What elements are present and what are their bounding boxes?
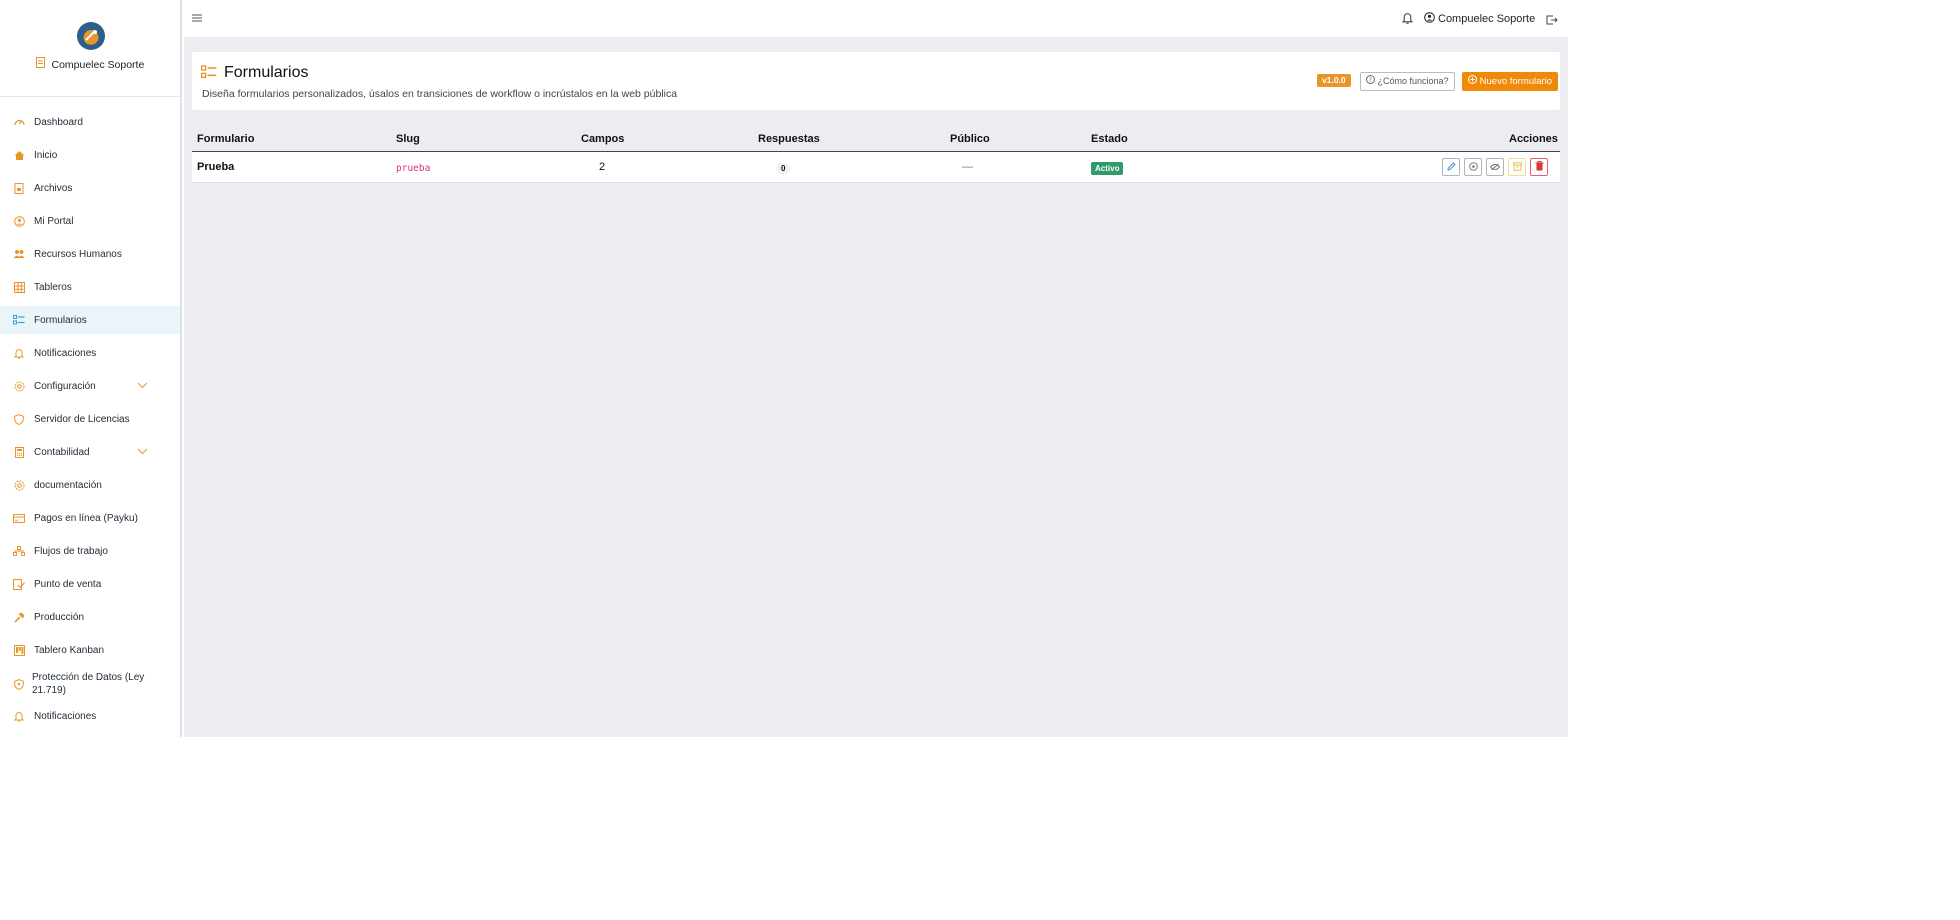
shield-icon	[13, 413, 25, 425]
sidebar-brand: Compuelec Soporte	[0, 0, 180, 97]
flow-icon	[13, 545, 25, 557]
company-logo[interactable]	[77, 22, 105, 50]
sidebar-item-documentacion[interactable]: documentación	[0, 471, 180, 499]
cell-slug: prueba	[396, 163, 431, 174]
new-form-button[interactable]: Nuevo formulario	[1462, 72, 1558, 91]
edit-button[interactable]	[1442, 158, 1460, 176]
sidebar-item-tableros[interactable]: Tableros	[0, 273, 180, 301]
sidebar-item-punto-de-venta[interactable]: Punto de venta	[0, 570, 180, 598]
sidebar-item-recursos-humanos[interactable]: Recursos Humanos	[0, 240, 180, 268]
sidebar-item-servidor-licencias[interactable]: Servidor de Licencias	[0, 405, 180, 433]
kanban-icon	[13, 644, 25, 656]
chevron-down-icon[interactable]	[137, 381, 148, 392]
version-badge: v1.0.0	[1317, 74, 1351, 87]
sidebar-item-notificaciones[interactable]: Notificaciones	[0, 339, 180, 367]
user-circle-icon	[13, 215, 25, 227]
cell-campos: 2	[599, 161, 606, 173]
status-badge: Activo	[1091, 162, 1124, 175]
page-title: Formularios	[224, 64, 309, 81]
question-circle-icon: ?	[1366, 75, 1375, 86]
plus-circle-icon	[1468, 75, 1477, 87]
page-subtitle: Diseña formularios personalizados, úsalo…	[202, 88, 678, 100]
sidebar-item-contabilidad[interactable]: Contabilidad	[0, 438, 180, 466]
sidebar-item-mi-portal[interactable]: Mi Portal	[0, 207, 180, 235]
settings-icon	[13, 380, 25, 392]
home-icon	[13, 149, 25, 161]
page-header-card: Formularios Diseña formularios personali…	[192, 52, 1560, 110]
how-it-works-button[interactable]: ? ¿Cómo funciona?	[1360, 72, 1455, 91]
shield-icon	[13, 678, 25, 690]
sidebar-item-pagos-en-linea[interactable]: Pagos en línea (Payku)	[0, 504, 180, 532]
cell-respuestas: 0	[776, 163, 791, 174]
column-header-slug[interactable]: Slug	[396, 133, 420, 145]
sidebar-item-flujos-de-trabajo[interactable]: Flujos de trabajo	[0, 537, 180, 565]
menu-toggle-icon[interactable]	[192, 11, 202, 25]
app-window: Compuelec Soporte Dashboard Inicio Archi…	[0, 0, 1568, 737]
column-header-publico[interactable]: Público	[950, 133, 990, 145]
sidebar-item-proteccion-de-datos[interactable]: Protección de Datos (Ley 21.719)	[0, 666, 180, 702]
archive-button[interactable]	[1508, 158, 1526, 176]
user-name: Compuelec Soporte	[1438, 13, 1536, 25]
cell-formulario: Prueba	[197, 161, 235, 173]
sidebar-item-dashboard[interactable]: Dashboard	[0, 108, 180, 136]
pos-icon	[13, 578, 25, 590]
chevron-down-icon[interactable]	[137, 447, 148, 458]
sidebar-item-configuracion[interactable]: Configuración	[0, 372, 180, 400]
trash-icon	[1535, 158, 1544, 176]
forms-table: Formulario Slug Campos Respuestas Públic…	[192, 128, 1560, 183]
sidebar-item-inicio[interactable]: Inicio	[0, 141, 180, 169]
pencil-icon	[1446, 158, 1456, 176]
hammer-icon	[13, 611, 25, 623]
sidebar-item-produccion[interactable]: Producción	[0, 603, 180, 631]
archive-icon	[1512, 158, 1522, 176]
bell-icon	[13, 347, 25, 359]
brand-title: Compuelec Soporte	[0, 57, 180, 71]
row-actions	[1442, 158, 1548, 176]
file-icon	[13, 182, 25, 194]
view-button[interactable]	[1464, 158, 1482, 176]
user-menu[interactable]: Compuelec Soporte	[1424, 12, 1535, 26]
grid-icon	[13, 281, 25, 293]
notification-bell-icon[interactable]	[1401, 11, 1414, 29]
table-row[interactable]: Prueba prueba 2 0 — Activo	[192, 152, 1560, 183]
sidebar-item-formularios[interactable]: Formularios	[0, 306, 180, 334]
column-header-respuestas[interactable]: Respuestas	[758, 133, 820, 145]
column-header-formulario[interactable]: Formulario	[197, 133, 254, 145]
column-header-estado[interactable]: Estado	[1091, 133, 1128, 145]
credit-card-icon	[13, 512, 25, 524]
calculator-icon	[13, 446, 25, 458]
settings-icon	[13, 479, 25, 491]
delete-button[interactable]	[1530, 158, 1548, 176]
top-bar: Compuelec Soporte	[184, 0, 1568, 37]
users-icon	[13, 248, 25, 260]
document-icon	[35, 57, 48, 71]
sidebar: Compuelec Soporte Dashboard Inicio Archi…	[0, 0, 182, 737]
gauge-icon	[13, 116, 25, 128]
sidebar-item-notificaciones-2[interactable]: Notificaciones	[0, 702, 180, 730]
eye-circle-icon	[1468, 158, 1478, 176]
list-icon	[201, 65, 217, 84]
brand-name: Compuelec Soporte	[51, 59, 145, 71]
logout-icon[interactable]	[1546, 12, 1558, 30]
user-circle-icon	[1424, 12, 1435, 26]
toggle-public-button[interactable]	[1486, 158, 1504, 176]
cell-publico: —	[962, 161, 973, 173]
main-content: Compuelec Soporte Formularios Diseña for…	[184, 0, 1568, 737]
table-header: Formulario Slug Campos Respuestas Públic…	[192, 128, 1560, 153]
bell-icon	[13, 710, 25, 722]
column-header-campos[interactable]: Campos	[581, 133, 624, 145]
svg-text:?: ?	[1369, 77, 1372, 84]
list-icon	[13, 314, 25, 326]
eye-slash-icon	[1489, 158, 1501, 176]
column-header-acciones: Acciones	[1509, 133, 1558, 145]
sidebar-item-tablero-kanban[interactable]: Tablero Kanban	[0, 636, 180, 664]
sidebar-item-archivos[interactable]: Archivos	[0, 174, 180, 202]
